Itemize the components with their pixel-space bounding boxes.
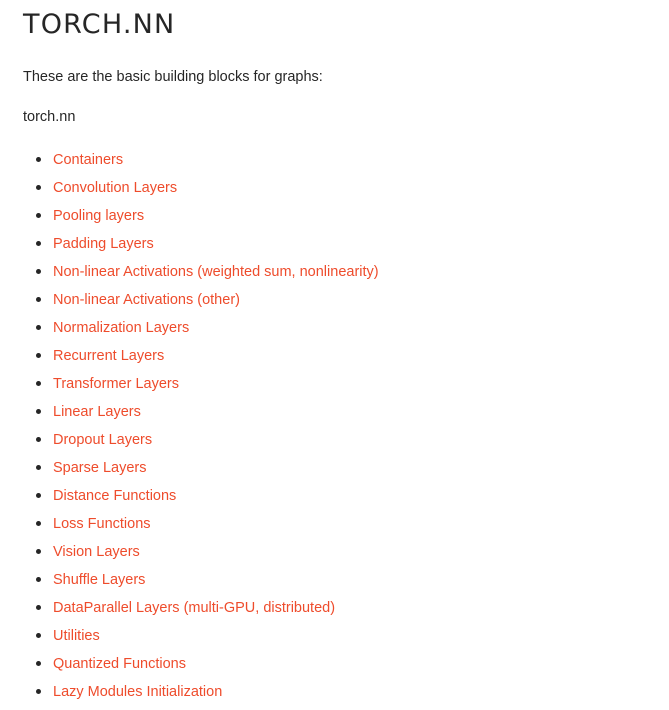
toc-link-lazy-modules-initialization[interactable]: Lazy Modules Initialization	[53, 682, 222, 702]
bullet-icon	[36, 549, 41, 554]
toc-link-nonlinear-activations-other[interactable]: Non-linear Activations (other)	[53, 290, 240, 310]
bullet-icon	[36, 157, 41, 162]
toc-link-loss-functions[interactable]: Loss Functions	[53, 514, 151, 534]
toc-link-nonlinear-activations-weighted[interactable]: Non-linear Activations (weighted sum, no…	[53, 262, 379, 282]
toc-link-normalization-layers[interactable]: Normalization Layers	[53, 318, 189, 338]
bullet-icon	[36, 661, 41, 666]
toc-link-transformer-layers[interactable]: Transformer Layers	[53, 374, 179, 394]
toc-link-pooling-layers[interactable]: Pooling layers	[53, 206, 144, 226]
bullet-icon	[36, 521, 41, 526]
toc-link-linear-layers[interactable]: Linear Layers	[53, 402, 141, 422]
bullet-icon	[36, 381, 41, 386]
bullet-icon	[36, 465, 41, 470]
toc-link-dataparallel-layers[interactable]: DataParallel Layers (multi-GPU, distribu…	[53, 598, 335, 618]
bullet-icon	[36, 325, 41, 330]
toc-link-containers[interactable]: Containers	[53, 150, 123, 170]
toc-link-recurrent-layers[interactable]: Recurrent Layers	[53, 346, 164, 366]
bullet-icon	[36, 241, 41, 246]
toc-link-padding-layers[interactable]: Padding Layers	[53, 234, 154, 254]
toc-link-utilities[interactable]: Utilities	[53, 626, 100, 646]
intro-text: These are the basic building blocks for …	[23, 69, 323, 85]
page-title: TORCH.NN	[23, 9, 176, 40]
bullet-icon	[36, 297, 41, 302]
bullet-icon	[36, 493, 41, 498]
bullet-icon	[36, 605, 41, 610]
toc-link-distance-functions[interactable]: Distance Functions	[53, 486, 176, 506]
toc-link-shuffle-layers[interactable]: Shuffle Layers	[53, 570, 145, 590]
bullet-icon	[36, 409, 41, 414]
toc-link-sparse-layers[interactable]: Sparse Layers	[53, 458, 147, 478]
bullet-icon	[36, 213, 41, 218]
bullet-icon	[36, 185, 41, 190]
bullet-icon	[36, 689, 41, 694]
toc-link-vision-layers[interactable]: Vision Layers	[53, 542, 140, 562]
toc-link-dropout-layers[interactable]: Dropout Layers	[53, 430, 152, 450]
bullet-icon	[36, 633, 41, 638]
module-name: torch.nn	[23, 109, 76, 125]
toc-link-convolution-layers[interactable]: Convolution Layers	[53, 178, 177, 198]
bullet-icon	[36, 577, 41, 582]
bullet-icon	[36, 437, 41, 442]
bullet-icon	[36, 269, 41, 274]
bullet-icon	[36, 353, 41, 358]
toc-link-quantized-functions[interactable]: Quantized Functions	[53, 654, 186, 674]
